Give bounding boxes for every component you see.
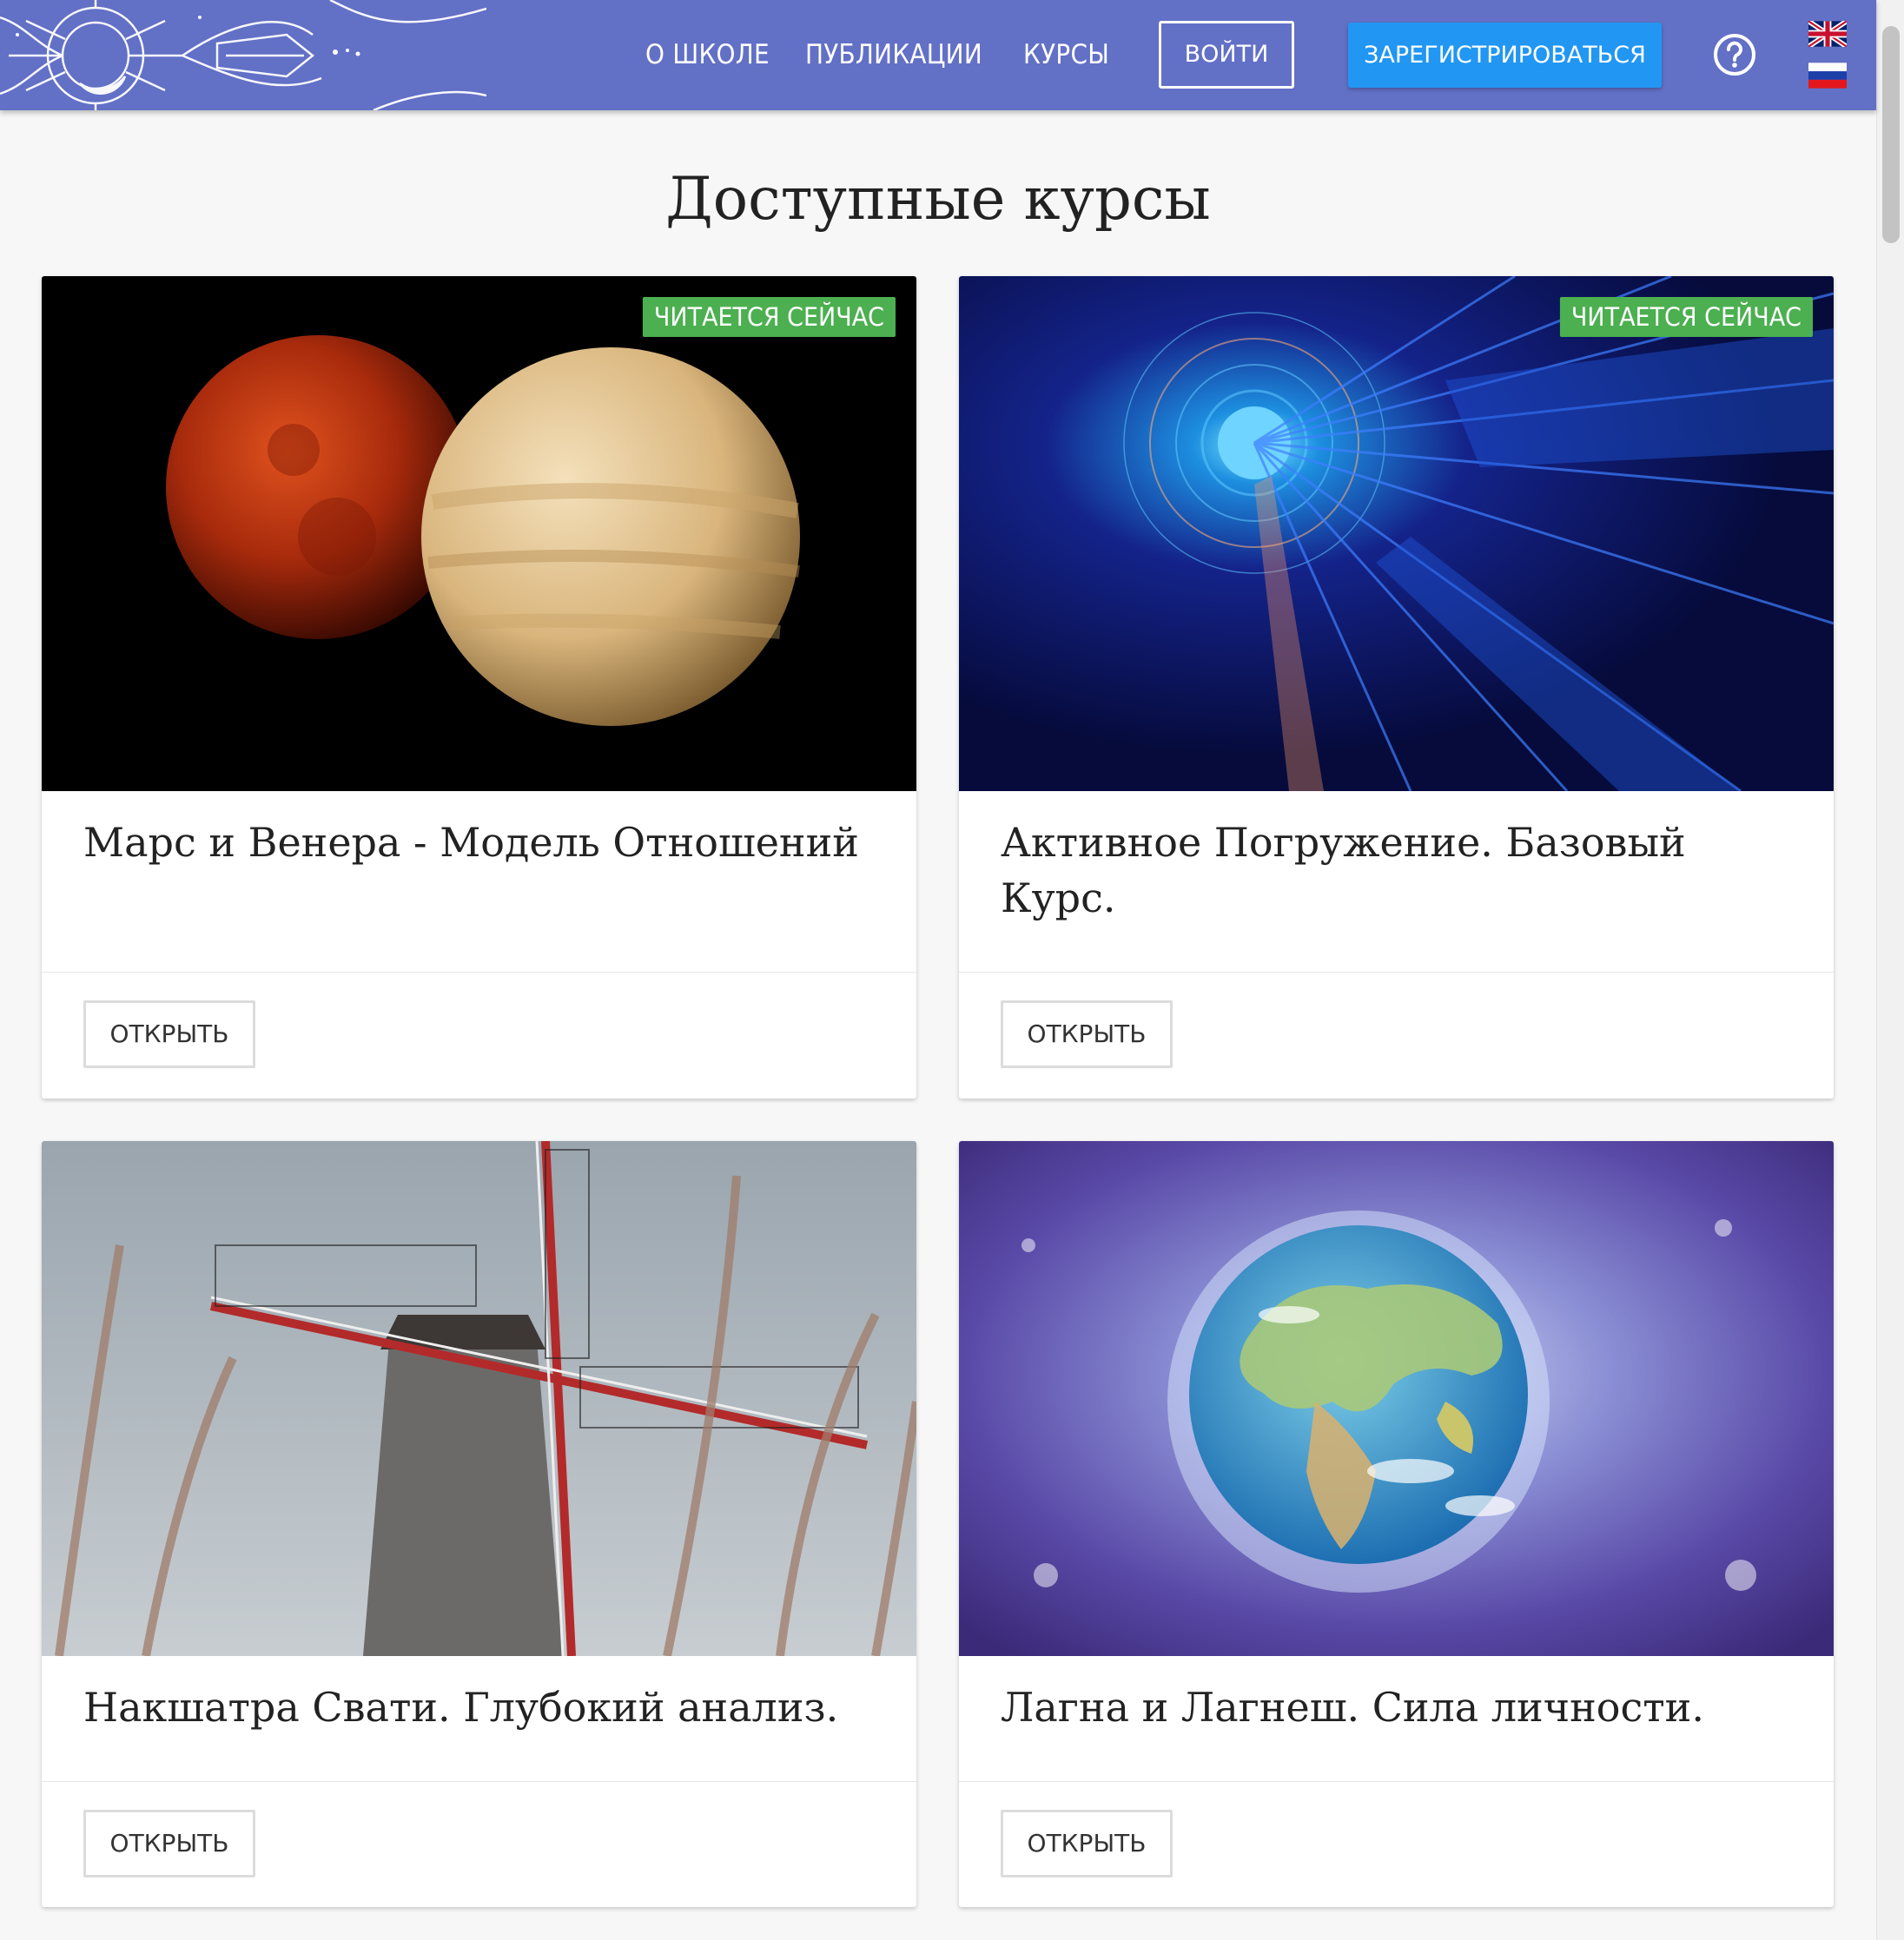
course-image-mars-venus[interactable]: ЧИТАЕТСЯ СЕЙЧАС: [42, 276, 916, 791]
scrollbar-thumb[interactable]: [1882, 26, 1900, 243]
now-reading-badge: ЧИТАЕТСЯ СЕЙЧАС: [1559, 297, 1813, 337]
open-course-button[interactable]: ОТКРЫТЬ: [1001, 1810, 1173, 1877]
card-actions: ОТКРЫТЬ: [959, 972, 1834, 1099]
russia-flag-icon[interactable]: [1808, 63, 1847, 89]
course-title[interactable]: Марс и Венера - Модель Отношений: [83, 815, 882, 870]
nav-publications[interactable]: ПУБЛИКАЦИИ: [805, 33, 982, 76]
open-course-button[interactable]: ОТКРЫТЬ: [1001, 1000, 1173, 1068]
course-card: Накшатра Свати. Глубокий анализ. ОТКРЫТЬ: [42, 1141, 916, 1907]
now-reading-badge: ЧИТАЕТСЯ СЕЙЧАС: [642, 297, 896, 337]
course-image-earth[interactable]: [959, 1141, 1834, 1656]
page-title: Доступные курсы: [665, 165, 1211, 233]
nav-about[interactable]: О ШКОЛЕ: [645, 33, 770, 76]
course-title[interactable]: Лагна и Лагнеш. Сила личности.: [1001, 1679, 1799, 1735]
login-button[interactable]: ВОЙТИ: [1159, 21, 1294, 89]
course-title[interactable]: Накшатра Свати. Глубокий анализ.: [83, 1679, 882, 1735]
course-image-blue-abstract[interactable]: ЧИТАЕТСЯ СЕЙЧАС: [959, 276, 1834, 791]
top-nav-bar: О ШКОЛЕ ПУБЛИКАЦИИ КУРСЫ ВОЙТИ ЗАРЕГИСТР…: [0, 0, 1876, 110]
card-actions: ОТКРЫТЬ: [42, 972, 916, 1099]
course-card: Лагна и Лагнеш. Сила личности. ОТКРЫТЬ: [959, 1141, 1834, 1907]
card-actions: ОТКРЫТЬ: [42, 1781, 916, 1907]
open-course-button[interactable]: ОТКРЫТЬ: [83, 1000, 255, 1068]
open-course-button[interactable]: ОТКРЫТЬ: [83, 1810, 255, 1877]
course-title[interactable]: Активное Погружение. Базовый Курс.: [1001, 815, 1799, 926]
help-circle-icon[interactable]: [1713, 33, 1756, 76]
uk-flag-icon[interactable]: [1808, 21, 1847, 47]
nav-courses[interactable]: КУРСЫ: [1023, 33, 1109, 76]
course-image-windmill[interactable]: [42, 1141, 916, 1656]
card-actions: ОТКРЫТЬ: [959, 1781, 1834, 1907]
register-button[interactable]: ЗАРЕГИСТРИРОВАТЬСЯ: [1348, 23, 1662, 88]
course-card: ЧИТАЕТСЯ СЕЙЧАС Активное Погружение. Баз…: [959, 276, 1834, 1099]
course-card: ЧИТАЕТСЯ СЕЙЧАС Марс и Венера - Модель О…: [42, 276, 916, 1099]
sun-moon-logo[interactable]: [0, 0, 486, 110]
page-scrollbar[interactable]: [1876, 0, 1904, 1940]
